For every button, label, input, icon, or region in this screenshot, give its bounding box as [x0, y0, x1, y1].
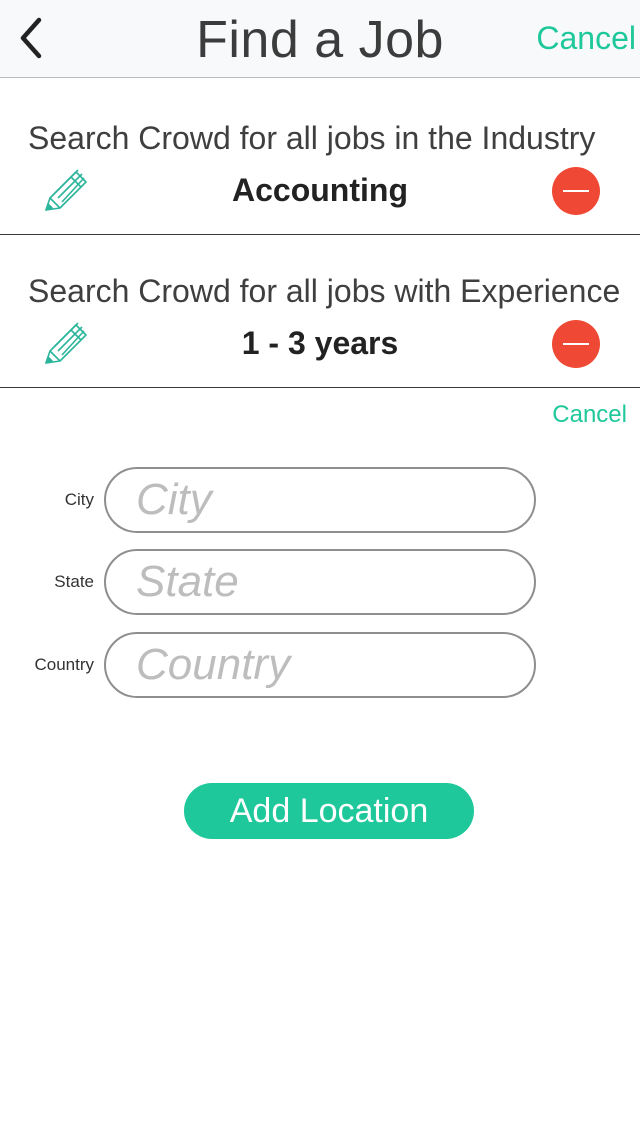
- location-cancel-button[interactable]: Cancel: [552, 400, 627, 430]
- criteria-value: Accounting: [232, 172, 408, 208]
- minus-circle-icon: [563, 343, 589, 345]
- criteria-value: 1 - 3 years: [241, 325, 399, 361]
- city-input[interactable]: [104, 467, 536, 533]
- country-row: Country: [0, 632, 640, 698]
- cancel-button[interactable]: Cancel: [536, 18, 636, 58]
- minus-circle-icon: [563, 190, 589, 192]
- back-button[interactable]: [8, 12, 52, 64]
- add-location-button[interactable]: Add Location: [184, 783, 474, 839]
- criteria-heading: Search Crowd for all jobs with Experienc…: [28, 273, 621, 309]
- city-row: City: [0, 467, 640, 533]
- state-label: State: [54, 572, 94, 591]
- remove-criteria-button[interactable]: [552, 320, 600, 368]
- country-input[interactable]: [104, 632, 536, 698]
- criteria-experience: Search Crowd for all jobs with Experienc…: [0, 235, 640, 388]
- criteria-industry: Search Crowd for all jobs in the Industr…: [0, 82, 640, 235]
- pencil-icon[interactable]: [40, 319, 90, 369]
- state-row: State: [0, 549, 640, 615]
- city-label: City: [64, 490, 94, 509]
- page-title: Find a Job: [196, 11, 444, 69]
- pencil-icon[interactable]: [40, 166, 90, 216]
- criteria-heading: Search Crowd for all jobs in the Industr…: [28, 120, 596, 156]
- state-input[interactable]: [104, 549, 536, 615]
- country-label: Country: [34, 655, 94, 674]
- remove-criteria-button[interactable]: [552, 167, 600, 215]
- chevron-left-icon: [20, 17, 42, 59]
- navigation-bar: Find a Job Cancel: [0, 0, 640, 78]
